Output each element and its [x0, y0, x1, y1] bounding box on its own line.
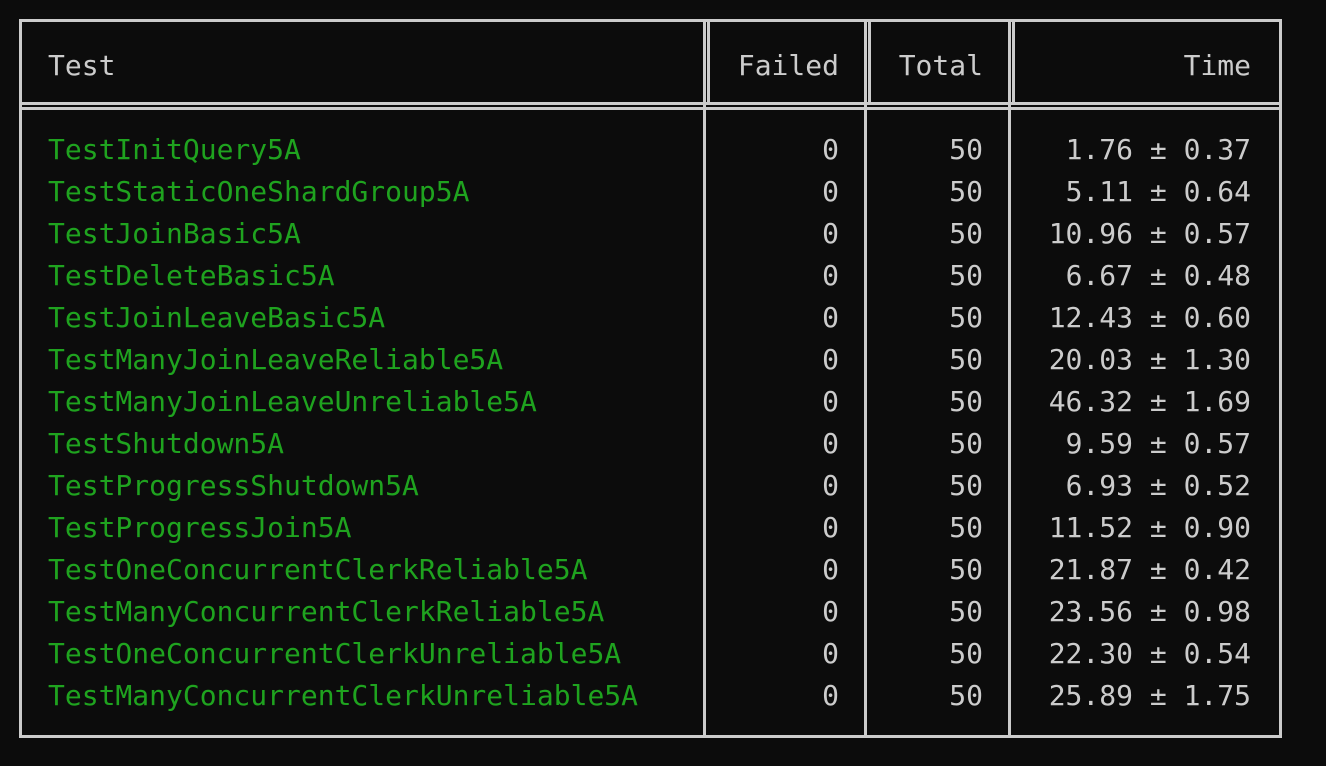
results-table: Test Failed Total Time TestInitQuery5A 0…: [19, 19, 1282, 738]
failed-count: 0: [822, 511, 839, 544]
test-name: TestManyJoinLeaveReliable5A: [48, 343, 504, 376]
column-divider-failed-left: [703, 19, 706, 738]
total-count: 50: [949, 259, 983, 292]
test-name: TestJoinBasic5A: [48, 217, 301, 250]
time-value: 9.59 ± 0.57: [1065, 427, 1251, 460]
header-time: Time: [1183, 49, 1251, 82]
time-value: 22.30 ± 0.54: [1048, 637, 1251, 670]
total-count: 50: [949, 175, 983, 208]
header-test: Test: [48, 49, 116, 82]
time-value: 23.56 ± 0.98: [1048, 595, 1251, 628]
time-value: 10.96 ± 0.57: [1048, 217, 1251, 250]
table-border-top: [19, 19, 1282, 22]
test-name: TestInitQuery5A: [48, 133, 301, 166]
column-divider-time-left: [1008, 19, 1011, 738]
total-count: 50: [949, 217, 983, 250]
test-name: TestManyConcurrentClerkReliable5A: [48, 595, 605, 628]
test-name: TestDeleteBasic5A: [48, 259, 335, 292]
time-value: 12.43 ± 0.60: [1048, 301, 1251, 334]
test-name: TestOneConcurrentClerkReliable5A: [48, 553, 588, 586]
column-divider-total-left: [864, 19, 867, 738]
header-total: Total: [898, 49, 983, 82]
test-name: TestProgressShutdown5A: [48, 469, 419, 502]
time-value: 25.89 ± 1.75: [1048, 679, 1251, 712]
header-failed: Failed: [737, 49, 839, 82]
failed-count: 0: [822, 133, 839, 166]
failed-count: 0: [822, 343, 839, 376]
test-name: TestStaticOneShardGroup5A: [48, 175, 470, 208]
total-count: 50: [949, 427, 983, 460]
failed-count: 0: [822, 553, 839, 586]
header-separator-top: [19, 102, 1282, 105]
failed-count: 0: [822, 469, 839, 502]
time-value: 11.52 ± 0.90: [1048, 511, 1251, 544]
time-value: 6.93 ± 0.52: [1065, 469, 1251, 502]
total-count: 50: [949, 679, 983, 712]
table-border-bottom: [19, 735, 1282, 738]
failed-count: 0: [822, 637, 839, 670]
total-count: 50: [949, 385, 983, 418]
failed-count: 0: [822, 175, 839, 208]
total-count: 50: [949, 553, 983, 586]
time-value: 5.11 ± 0.64: [1065, 175, 1251, 208]
total-count: 50: [949, 511, 983, 544]
failed-count: 0: [822, 259, 839, 292]
time-value: 6.67 ± 0.48: [1065, 259, 1251, 292]
table-border-left: [19, 19, 22, 738]
total-count: 50: [949, 469, 983, 502]
failed-count: 0: [822, 427, 839, 460]
test-name: TestProgressJoin5A: [48, 511, 352, 544]
total-count: 50: [949, 301, 983, 334]
failed-count: 0: [822, 595, 839, 628]
total-count: 50: [949, 637, 983, 670]
test-name: TestJoinLeaveBasic5A: [48, 301, 386, 334]
total-count: 50: [949, 133, 983, 166]
header-separator-bottom: [19, 107, 1282, 110]
time-value: 20.03 ± 1.30: [1048, 343, 1251, 376]
test-name: TestOneConcurrentClerkUnreliable5A: [48, 637, 622, 670]
time-value: 1.76 ± 0.37: [1065, 133, 1251, 166]
failed-count: 0: [822, 385, 839, 418]
time-value: 21.87 ± 0.42: [1048, 553, 1251, 586]
time-value: 46.32 ± 1.69: [1048, 385, 1251, 418]
table-border-right: [1279, 19, 1282, 738]
test-name: TestManyConcurrentClerkUnreliable5A: [48, 679, 639, 712]
failed-count: 0: [822, 217, 839, 250]
failed-count: 0: [822, 301, 839, 334]
test-name: TestManyJoinLeaveUnreliable5A: [48, 385, 537, 418]
failed-count: 0: [822, 679, 839, 712]
total-count: 50: [949, 343, 983, 376]
test-name: TestShutdown5A: [48, 427, 285, 460]
total-count: 50: [949, 595, 983, 628]
